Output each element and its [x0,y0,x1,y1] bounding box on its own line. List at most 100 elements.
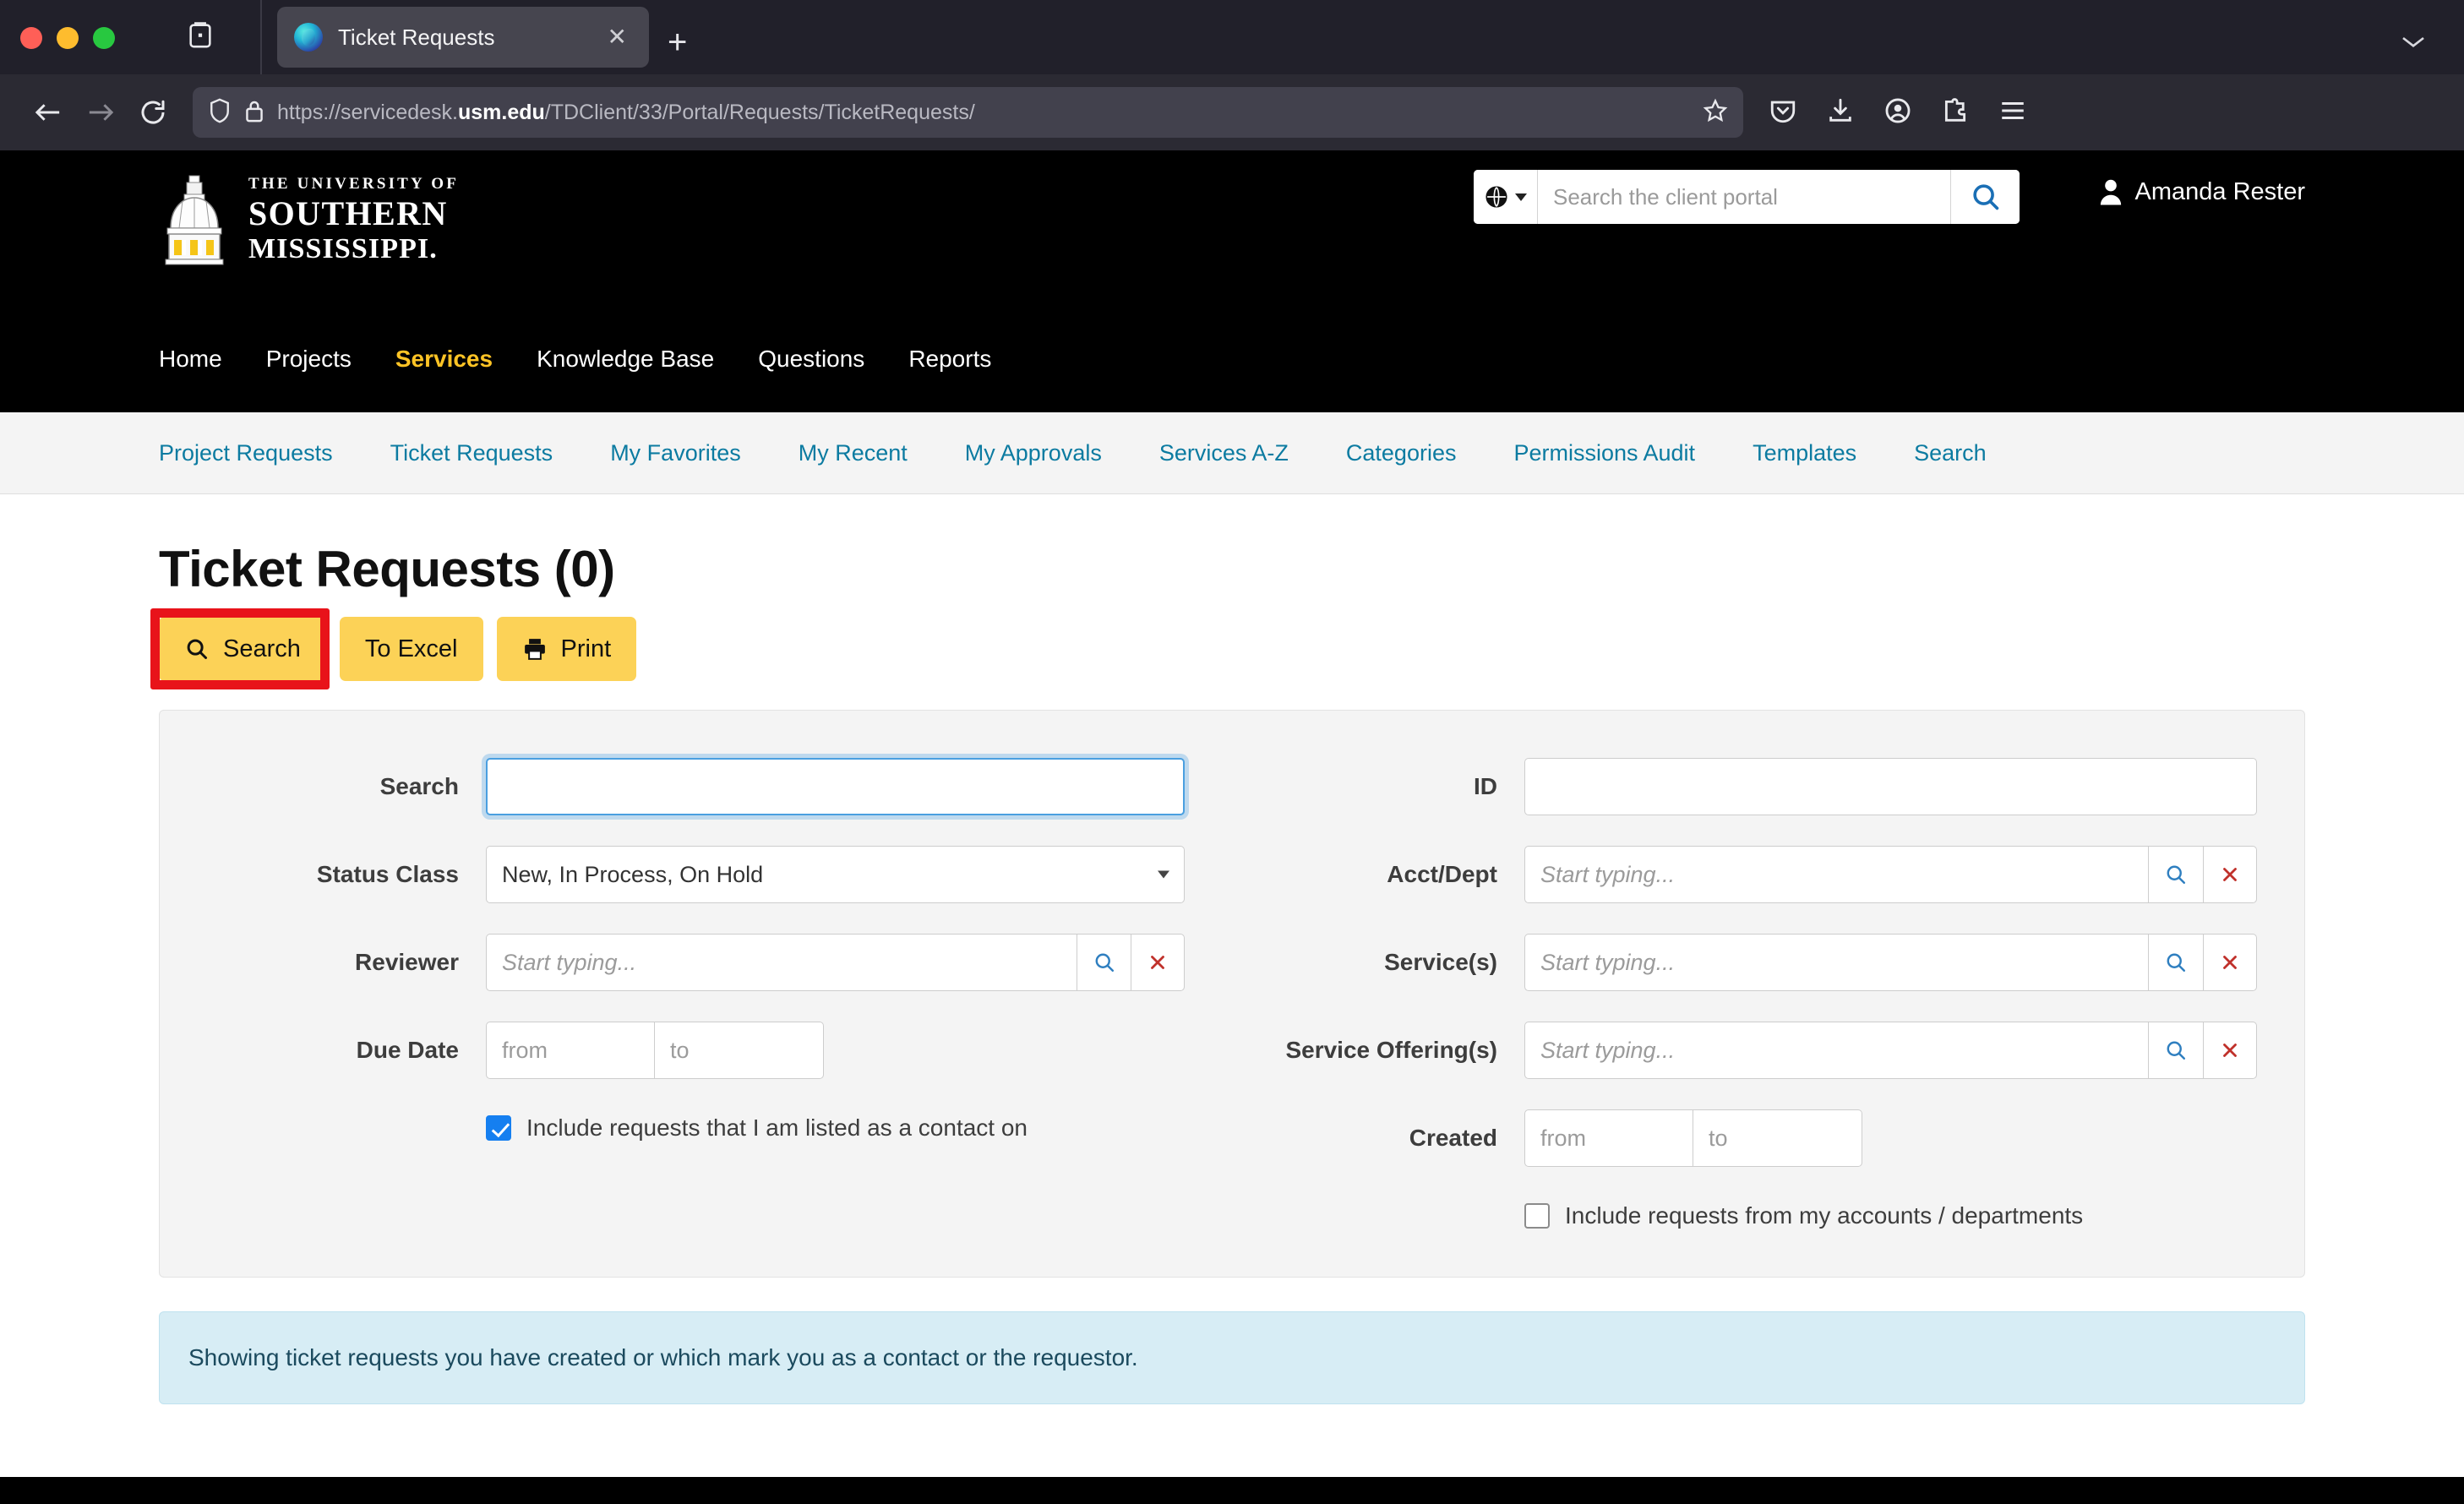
service-offerings-label: Service Offering(s) [1285,1037,1497,1063]
print-button-label: Print [560,635,612,662]
subnav-permissions-audit[interactable]: Permissions Audit [1485,440,1724,466]
reload-button[interactable] [127,86,179,139]
main-content: Ticket Requests (0) Search To Excel Prin… [150,540,2314,1404]
due-date-to-input[interactable] [655,1022,824,1079]
page-bottom-bar [0,1477,2464,1504]
accounts-checkbox-row[interactable]: Include requests from my accounts / depa… [1524,1202,2257,1229]
nav-item-knowledge-base[interactable]: Knowledge Base [515,346,736,373]
person-icon [2100,179,2121,205]
portal-search-submit-button[interactable] [1950,170,2020,224]
filter-row-acct-dept: Acct/Dept [1279,846,2258,903]
user-menu[interactable]: Amanda Rester [2098,177,2306,206]
search-icon [2167,865,2185,885]
search-button-label: Search [223,635,301,662]
subnav-ticket-requests[interactable]: Ticket Requests [362,440,582,466]
close-window-button[interactable] [20,27,42,49]
include-accounts-checkbox[interactable] [1524,1203,1550,1229]
reviewer-label: Reviewer [355,949,459,975]
acct-dept-input[interactable] [1524,846,2149,903]
nav-item-services[interactable]: Services [373,346,515,373]
sidebar-toggle-icon[interactable] [181,15,220,54]
contact-checkbox-row[interactable]: Include requests that I am listed as a c… [486,1114,1185,1142]
nav-item-reports[interactable]: Reports [886,346,1013,373]
page-content: THE UNIVERSITY OF SOUTHERN MISSISSIPPI. [0,150,2464,1504]
service-offerings-clear-button[interactable] [2202,1022,2258,1079]
maximize-window-button[interactable] [93,27,115,49]
acct-dept-lookup-button[interactable] [2148,846,2203,903]
print-button[interactable]: Print [496,617,637,681]
user-name: Amanda Rester [2134,177,2306,205]
download-icon[interactable] [1826,96,1855,129]
browser-tab[interactable]: Ticket Requests ✕ [277,7,649,68]
browser-tab-bar: Ticket Requests ✕ + [0,0,2464,74]
close-tab-icon[interactable]: ✕ [602,22,632,52]
filter-row-services: Service(s) [1279,934,2258,991]
window-controls[interactable] [0,27,115,74]
nav-item-projects[interactable]: Projects [244,346,373,373]
portal-search-input[interactable] [1538,170,1950,224]
due-date-from-input[interactable] [486,1022,655,1079]
dome-icon [159,174,230,265]
shield-icon[interactable] [208,97,232,128]
search-icon [2167,1041,2185,1060]
filter-row-id: ID [1279,758,2257,815]
filter-row-reviewer: Reviewer [207,934,1185,991]
search-input[interactable] [486,758,1185,815]
search-button[interactable]: Search [159,617,326,681]
subnav-my-approvals[interactable]: My Approvals [936,440,1131,466]
list-all-tabs-icon[interactable] [2400,30,2427,56]
subnav-project-requests[interactable]: Project Requests [159,440,362,466]
toolbar-actions [1769,96,2037,129]
subnav-services-a-z[interactable]: Services A-Z [1131,440,1317,466]
acct-dept-label: Acct/Dept [1387,861,1497,887]
created-from-input[interactable] [1524,1109,1693,1167]
tab-title: Ticket Requests [338,24,495,50]
search-scope-dropdown[interactable] [1474,170,1538,224]
services-label: Service(s) [1384,949,1497,975]
id-input[interactable] [1524,758,2257,815]
to-excel-button[interactable]: To Excel [339,617,483,681]
new-tab-button[interactable]: + [668,25,687,59]
services-input[interactable] [1524,934,2149,991]
menu-icon[interactable] [1998,100,2027,126]
services-lookup-button[interactable] [2148,934,2203,991]
url-bar[interactable]: https://servicedesk.usm.edu/TDClient/33/… [193,87,1743,138]
search-icon [1095,953,1114,973]
subnav-categories[interactable]: Categories [1317,440,1485,466]
acct-dept-clear-button[interactable] [2202,846,2258,903]
subnav-my-recent[interactable]: My Recent [770,440,936,466]
globe-icon [1485,186,1507,208]
service-offerings-lookup-button[interactable] [2148,1022,2203,1079]
created-to-input[interactable] [1693,1109,1862,1167]
reviewer-input[interactable] [486,934,1077,991]
reviewer-clear-button[interactable] [1130,934,1185,991]
status-class-select[interactable]: New, In Process, On Hold [486,846,1185,903]
minimize-window-button[interactable] [57,27,79,49]
back-button[interactable] [22,86,74,139]
lock-icon[interactable] [243,98,265,128]
search-icon [1972,184,1998,210]
logo-line-3: MISSISSIPPI. [248,233,438,264]
account-icon[interactable] [1883,96,1912,129]
status-class-label: Status Class [316,861,459,887]
services-clear-button[interactable] [2202,934,2258,991]
service-offerings-input[interactable] [1524,1022,2149,1079]
created-label: Created [1409,1125,1497,1151]
subnav-search[interactable]: Search [1885,440,2015,466]
forward-button[interactable] [74,86,127,139]
usm-logo[interactable]: THE UNIVERSITY OF SOUTHERN MISSISSIPPI. [159,174,459,265]
reviewer-lookup-button[interactable] [1077,934,1131,991]
subnav-my-favorites[interactable]: My Favorites [581,440,770,466]
subnav-templates[interactable]: Templates [1724,440,1885,466]
filter-row-created: Created [1279,1109,2257,1167]
to-excel-button-label: To Excel [364,635,458,662]
filter-panel: Search Status Class New, In Process, On … [159,710,2305,1278]
include-contact-checkbox[interactable] [486,1115,511,1141]
nav-item-questions[interactable]: Questions [736,346,886,373]
nav-item-home[interactable]: Home [159,346,244,373]
bookmark-star-icon[interactable] [1703,98,1728,128]
sub-navigation: Project Requests Ticket Requests My Favo… [0,412,2464,494]
pocket-icon[interactable] [1769,96,1797,129]
x-icon [2222,868,2237,881]
extensions-icon[interactable] [1941,96,1970,129]
